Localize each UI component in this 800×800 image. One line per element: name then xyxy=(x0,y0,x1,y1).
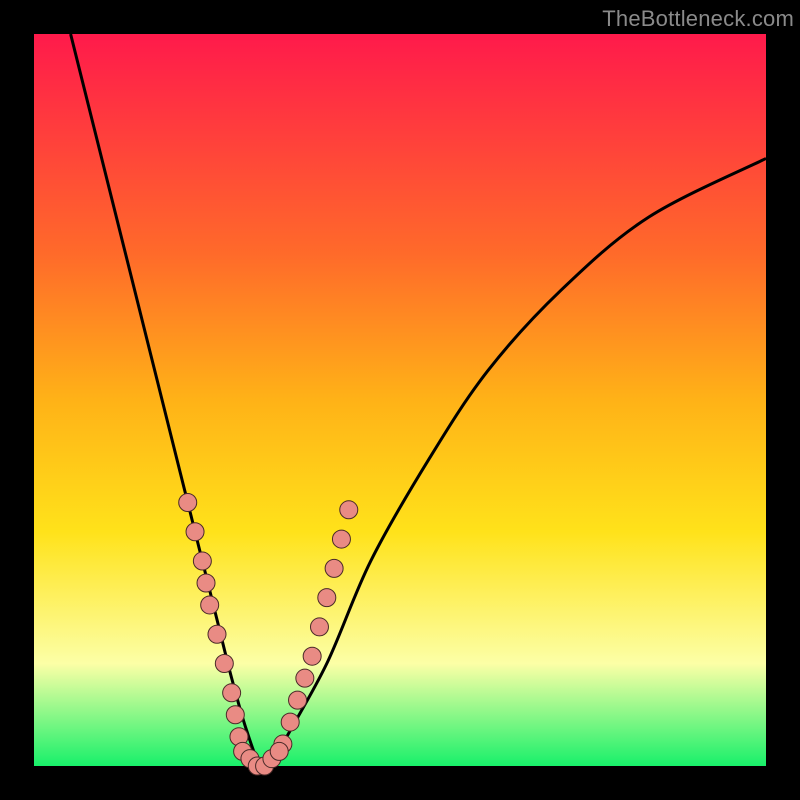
data-dot xyxy=(296,669,314,687)
data-dot xyxy=(223,684,241,702)
plot-area xyxy=(34,34,766,766)
bottleneck-chart xyxy=(0,0,800,800)
data-dot xyxy=(289,691,307,709)
data-dot xyxy=(179,493,197,511)
data-dot xyxy=(303,647,321,665)
data-dot xyxy=(193,552,211,570)
data-dot xyxy=(325,559,343,577)
data-dot xyxy=(215,655,233,673)
data-dot xyxy=(318,589,336,607)
data-dot xyxy=(310,618,328,636)
data-dot xyxy=(226,706,244,724)
data-dot xyxy=(197,574,215,592)
data-dot xyxy=(208,625,226,643)
chart-container: TheBottleneck.com xyxy=(0,0,800,800)
watermark-text: TheBottleneck.com xyxy=(602,6,794,32)
data-dot xyxy=(281,713,299,731)
data-dot xyxy=(201,596,219,614)
data-dot xyxy=(270,742,288,760)
data-dot xyxy=(332,530,350,548)
data-dot xyxy=(340,501,358,519)
data-dot xyxy=(186,523,204,541)
